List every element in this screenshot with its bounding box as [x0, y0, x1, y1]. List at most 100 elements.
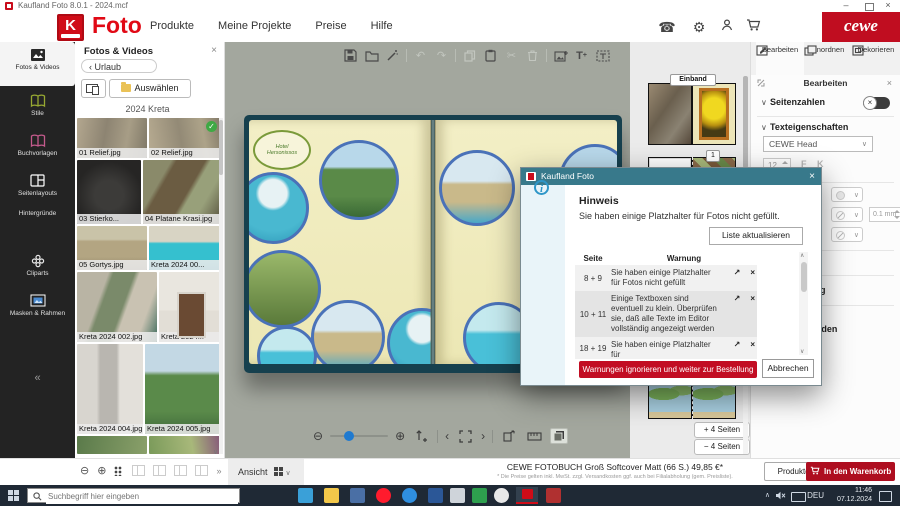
- device-source-button[interactable]: [81, 79, 106, 98]
- sidebar-item-hintergruende[interactable]: Hintergründe: [0, 210, 75, 248]
- inspector-close-icon[interactable]: ×: [887, 78, 892, 88]
- photo-panel-close-icon[interactable]: ×: [211, 45, 217, 56]
- photo-thumbnail[interactable]: Kreta 2024...: [159, 272, 220, 342]
- photo-placeholder-circle[interactable]: [319, 140, 399, 220]
- kaufland-foto-app-icon[interactable]: [516, 487, 538, 504]
- ignore-warnings-button[interactable]: Warnungen ignorieren und weiter zur Best…: [579, 361, 757, 378]
- goto-page-icon[interactable]: ↗: [734, 268, 741, 288]
- sidebar-item-seitenlayouts[interactable]: Seitenlayouts: [0, 170, 75, 208]
- layout-option-icon[interactable]: [153, 465, 166, 476]
- tray-expand-icon[interactable]: ∧: [765, 491, 770, 499]
- volume-muted-icon[interactable]: [775, 491, 786, 502]
- photo-placeholder-circle[interactable]: [257, 326, 317, 364]
- menu-produkte[interactable]: Produkte: [150, 20, 194, 32]
- hotel-text-badge[interactable]: Hotel Hersonissos: [253, 130, 311, 170]
- taskbar-search[interactable]: [27, 488, 240, 503]
- photo-thumbnail[interactable]: 05 Gortys.jpg: [77, 226, 147, 270]
- thumbs-zoom-in-icon[interactable]: ⊕: [97, 464, 106, 477]
- remove-pages-button[interactable]: − 4 Seiten: [694, 439, 750, 455]
- table-row[interactable]: 18 + 19 Sie haben einige Platzhalter für…: [575, 337, 757, 359]
- zoom-slider[interactable]: [330, 435, 388, 437]
- save-icon[interactable]: [343, 48, 358, 63]
- open-folder-icon[interactable]: [364, 48, 379, 63]
- thumbs-zoom-out-icon[interactable]: ⊖: [80, 464, 89, 477]
- sidebar-item-buchvorlagen[interactable]: Buchvorlagen: [0, 130, 75, 168]
- fullscreen-icon[interactable]: [456, 428, 474, 444]
- photo-thumbnail[interactable]: Kreta 2024 004.jpg: [77, 344, 143, 434]
- photo-thumbnail[interactable]: 04 Platane Krasi.jpg: [143, 160, 220, 224]
- delete-icon[interactable]: [525, 48, 540, 63]
- menu-meine-projekte[interactable]: Meine Projekte: [218, 20, 291, 32]
- magic-wand-icon[interactable]: [385, 48, 400, 63]
- sidebar-item-masken-rahmen[interactable]: Masken & Rahmen: [0, 290, 75, 328]
- back-to-urlaub-button[interactable]: ‹ Urlaub: [81, 59, 157, 73]
- zoom-slider-knob[interactable]: [344, 431, 354, 441]
- previous-spread-icon[interactable]: ‹: [445, 429, 449, 443]
- redo-icon[interactable]: ↷: [434, 48, 449, 63]
- zoom-out-icon[interactable]: ⊖: [313, 429, 323, 443]
- photo-thumbnail[interactable]: Kreta 2024 002.jpg: [77, 272, 157, 342]
- select-folder-button[interactable]: Auswählen: [109, 79, 191, 98]
- add-textbox-icon[interactable]: [595, 48, 610, 63]
- language-indicator[interactable]: DEU: [807, 491, 824, 500]
- photo-thumbnail[interactable]: ✓02 Relief.jpg: [149, 118, 220, 158]
- goto-page-icon[interactable]: ↗: [734, 340, 741, 356]
- sidebar-item-stile[interactable]: Stile: [0, 90, 75, 128]
- add-to-cart-button[interactable]: In den Warenkorb: [806, 462, 895, 481]
- photo-list-scrollbar[interactable]: [219, 118, 223, 454]
- section-texteigenschaften[interactable]: ∨Texteigenschaften: [761, 122, 848, 132]
- layout-option-icon[interactable]: [174, 465, 187, 476]
- refresh-list-button[interactable]: Liste aktualisieren: [709, 227, 803, 245]
- photo-placeholder-circle[interactable]: [249, 250, 321, 328]
- page-numbers-toggle[interactable]: ×: [863, 97, 890, 109]
- ball-app-icon[interactable]: [494, 488, 509, 503]
- layout-option-icon[interactable]: [132, 465, 145, 476]
- toolbar-overflow-icon[interactable]: »: [216, 466, 221, 476]
- paste-icon[interactable]: [483, 48, 498, 63]
- sidebar-collapse-button[interactable]: «: [0, 372, 75, 384]
- green-app-icon[interactable]: [472, 488, 487, 503]
- zoom-in-icon[interactable]: ⊕: [395, 429, 405, 443]
- scroll-down-icon[interactable]: ∨: [800, 348, 804, 355]
- start-button[interactable]: [8, 490, 19, 501]
- photo-placeholder-circle[interactable]: [387, 308, 431, 364]
- gear-icon[interactable]: ⚙: [690, 18, 708, 36]
- add-pages-button[interactable]: + 4 Seiten: [694, 422, 750, 438]
- photo-thumbnail[interactable]: 03 Stierko...: [77, 160, 141, 224]
- phone-icon[interactable]: ☎: [658, 18, 676, 36]
- pages-view-icon[interactable]: [550, 428, 568, 444]
- file-explorer-icon[interactable]: [324, 488, 339, 503]
- add-image-icon[interactable]: [553, 48, 568, 63]
- font-family-select[interactable]: CEWE Head∨: [763, 136, 873, 152]
- outline-width-stepper[interactable]: 0.1 mm: [869, 207, 900, 222]
- opera-browser-icon[interactable]: [376, 488, 391, 503]
- undo-icon[interactable]: ↶: [413, 48, 428, 63]
- search-input[interactable]: [46, 489, 238, 504]
- thumb-grid-icon[interactable]: [114, 466, 124, 476]
- table-row[interactable]: 10 + 11 Einige Textboxen sind eventuell …: [575, 291, 757, 337]
- minimize-button[interactable]: –: [836, 0, 856, 12]
- dismiss-warning-icon[interactable]: ×: [750, 294, 755, 334]
- tab-anordnen[interactable]: Anordnen: [804, 42, 852, 75]
- scroll-up-icon[interactable]: ∧: [800, 252, 804, 259]
- color-dropdown[interactable]: ∨: [831, 187, 863, 202]
- photo-thumbnail[interactable]: Kreta 2024 005.jpg: [145, 344, 220, 434]
- tab-dekorieren[interactable]: Dekorieren: [852, 42, 900, 75]
- dialog-close-icon[interactable]: ×: [809, 168, 815, 185]
- dismiss-warning-icon[interactable]: ×: [750, 268, 755, 288]
- scroll-down-icon[interactable]: ∨: [213, 448, 218, 456]
- taskbar-clock[interactable]: 11:46 07.12.2024: [828, 487, 872, 504]
- photo-thumbnail[interactable]: [149, 436, 220, 454]
- maximize-button[interactable]: [865, 3, 874, 11]
- notification-center-icon[interactable]: [879, 491, 892, 502]
- dialog-table-scrollbar[interactable]: ∧ ∨: [799, 252, 808, 355]
- move-page-icon[interactable]: [500, 428, 518, 444]
- detach-panel-icon[interactable]: [757, 79, 765, 89]
- view-mode-control[interactable]: Ansicht∨: [228, 459, 304, 485]
- section-seitenzahlen[interactable]: ∨Seitenzahlen: [761, 97, 825, 107]
- add-text-icon[interactable]: T+: [574, 48, 589, 63]
- photo-thumbnail[interactable]: 01 Relief.jpg: [77, 118, 147, 158]
- dismiss-warning-icon[interactable]: ×: [750, 340, 755, 356]
- text-fill-dropdown[interactable]: ∨: [831, 227, 863, 242]
- cart-icon[interactable]: [744, 18, 762, 36]
